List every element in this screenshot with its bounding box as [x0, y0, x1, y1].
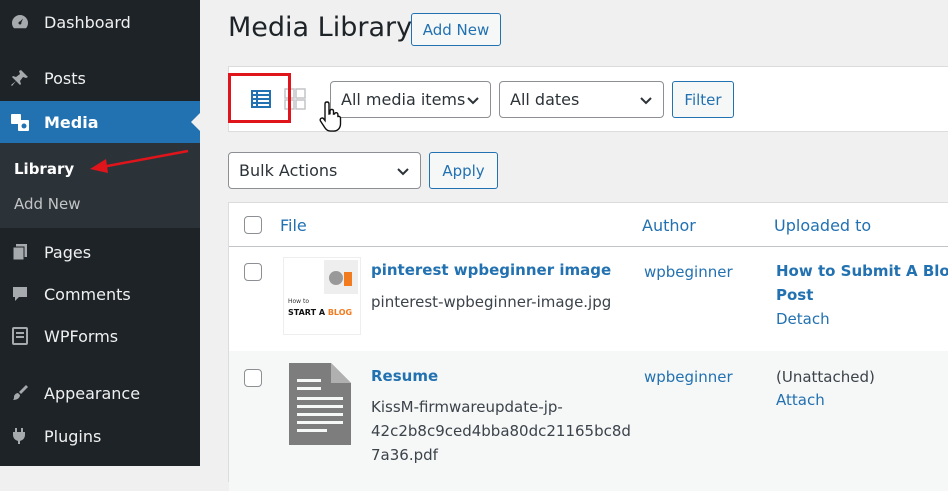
thumbnail-image[interactable]: How to START A BLOG [283, 257, 361, 335]
sidebar-item-wpforms[interactable]: WPForms [0, 316, 200, 356]
apply-button[interactable]: Apply [429, 152, 498, 189]
unattached-status: (Unattached) [776, 368, 875, 386]
highlight-box [228, 73, 291, 123]
column-file[interactable]: File [280, 216, 307, 235]
chevron-down-icon [640, 97, 652, 105]
media-icon [8, 110, 32, 134]
select-all-checkbox[interactable] [244, 216, 262, 234]
sidebar-item-pages[interactable]: Pages [0, 232, 200, 272]
sidebar-item-label: Comments [44, 284, 131, 304]
bulk-actions-value: Bulk Actions [239, 161, 338, 180]
chevron-down-icon [467, 97, 479, 105]
file-name: pinterest-wpbeginner-image.jpg [371, 293, 612, 311]
pin-icon [8, 66, 32, 90]
media-type-value: All media items [341, 90, 466, 109]
thumbnail-text: START A BLOG [288, 308, 353, 317]
thumbnail-graphic [324, 260, 358, 294]
table-header: File Author Uploaded to [229, 203, 948, 247]
media-title-link[interactable]: Resume [371, 367, 438, 385]
submenu-add-new[interactable]: Add New [14, 195, 81, 213]
pages-icon [8, 240, 32, 264]
submenu-library[interactable]: Library [14, 160, 74, 178]
file-name: 42c2b8c9ced4bba80dc21165bc8d [371, 422, 631, 440]
comments-icon [8, 282, 32, 306]
sidebar-item-label: Plugins [44, 426, 102, 446]
column-uploaded-to[interactable]: Uploaded to [774, 216, 871, 235]
uploaded-to-link[interactable]: Post [776, 283, 813, 307]
attach-link[interactable]: Attach [776, 388, 825, 412]
detach-link[interactable]: Detach [776, 307, 830, 331]
annotation-arrow [90, 149, 189, 173]
sidebar-item-label: Pages [44, 242, 92, 262]
sidebar-item-label: Appearance [44, 383, 141, 403]
page-title: Media Library [228, 12, 413, 43]
wpforms-icon [8, 324, 32, 348]
sidebar-item-label: Dashboard [44, 12, 131, 32]
file-name: KissM-firmwareupdate-jp- [371, 398, 563, 416]
author-link[interactable]: wpbeginner [644, 263, 733, 281]
sidebar-item-posts[interactable]: Posts [0, 58, 200, 98]
row-checkbox[interactable] [244, 369, 262, 387]
author-link[interactable]: wpbeginner [644, 368, 733, 386]
add-new-button[interactable]: Add New [411, 13, 501, 46]
media-type-select[interactable]: All media items [330, 81, 491, 118]
uploaded-to-link[interactable]: How to Submit A Blog [776, 259, 948, 283]
document-icon[interactable] [289, 363, 351, 445]
row-checkbox[interactable] [244, 263, 262, 281]
file-name: 7a36.pdf [371, 446, 438, 464]
dashboard-icon [8, 10, 32, 34]
filter-button[interactable]: Filter [672, 81, 734, 118]
sidebar-item-dashboard[interactable]: Dashboard [0, 2, 200, 42]
bulk-actions-select[interactable]: Bulk Actions [228, 152, 421, 189]
sidebar-item-media[interactable]: Media [0, 101, 200, 143]
appearance-icon [8, 381, 32, 405]
media-title-link[interactable]: pinterest wpbeginner image [371, 261, 611, 279]
hand-cursor-icon [319, 101, 342, 132]
chevron-down-icon [397, 168, 409, 176]
dates-select[interactable]: All dates [499, 81, 664, 118]
admin-sidebar: Dashboard Posts Media Library Add New Pa… [0, 0, 200, 466]
sidebar-item-plugins[interactable]: Plugins [0, 416, 200, 456]
sidebar-item-appearance[interactable]: Appearance [0, 373, 200, 413]
thumbnail-text: How to [288, 298, 310, 305]
sidebar-item-label: Media [44, 112, 99, 132]
column-author: Author [642, 216, 696, 235]
sidebar-item-comments[interactable]: Comments [0, 274, 200, 314]
sidebar-item-label: WPForms [44, 326, 119, 346]
media-table: File Author Uploaded to How to START A B… [228, 202, 948, 491]
plugins-icon [8, 424, 32, 448]
sidebar-item-label: Posts [44, 68, 86, 88]
dates-value: All dates [510, 90, 580, 109]
